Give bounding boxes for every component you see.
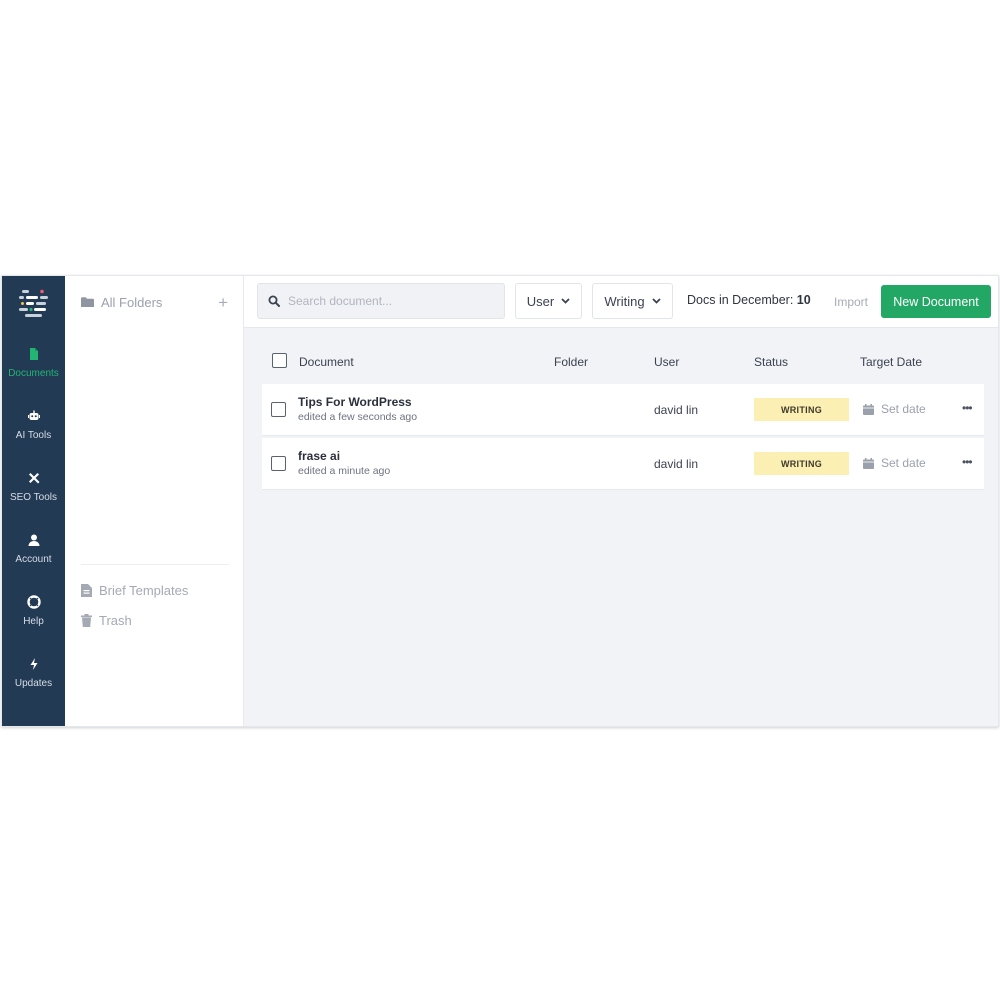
row-checkbox[interactable] bbox=[271, 402, 286, 417]
chevron-down-icon bbox=[651, 298, 661, 304]
status-badge[interactable]: WRITING bbox=[754, 452, 849, 475]
new-document-button[interactable]: New Document bbox=[881, 285, 991, 318]
brief-templates-label: Brief Templates bbox=[99, 583, 189, 598]
plus-icon[interactable]: + bbox=[218, 294, 228, 311]
trash-icon bbox=[81, 614, 92, 627]
all-folders-label: All Folders bbox=[101, 295, 163, 310]
user-filter-label: User bbox=[526, 293, 555, 309]
document-icon bbox=[29, 348, 38, 360]
folders-panel: All Folders + Brief Templates Trash bbox=[65, 276, 244, 726]
nav-item-ai-tools[interactable]: AI Tools bbox=[2, 394, 65, 456]
target-date[interactable]: Set date bbox=[863, 402, 926, 416]
calendar-icon bbox=[863, 457, 874, 469]
lifebuoy-icon bbox=[26, 595, 41, 609]
docs-count-label: Docs in December: bbox=[687, 293, 797, 307]
chevron-down-icon bbox=[561, 298, 570, 304]
docs-count-value: 10 bbox=[796, 293, 811, 307]
nav-item-updates[interactable]: Updates bbox=[2, 642, 65, 704]
nav-item-documents[interactable]: Documents bbox=[2, 332, 65, 394]
nav-item-label: SEO Tools bbox=[9, 492, 58, 503]
docs-count: Docs in December: 10 bbox=[687, 293, 811, 307]
nav-item-label: Documents bbox=[8, 368, 59, 379]
status-filter-label: Writing bbox=[604, 293, 645, 309]
table-row[interactable]: frase ai edited a minute ago david lin W… bbox=[262, 438, 984, 490]
user-filter-dropdown[interactable]: User bbox=[515, 283, 582, 319]
document-edited: edited a few seconds ago bbox=[298, 411, 418, 423]
app-logo[interactable] bbox=[2, 276, 65, 332]
nav-item-label: Help bbox=[23, 616, 44, 627]
search-box[interactable] bbox=[257, 283, 505, 319]
nav-item-label: Updates bbox=[14, 678, 53, 689]
robot-icon bbox=[27, 410, 40, 420]
header-status[interactable]: Status bbox=[754, 355, 788, 369]
nav-item-seo-tools[interactable]: SEO Tools bbox=[2, 456, 65, 518]
main-nav: Documents AI Tools SEO Tools Account Hel… bbox=[2, 276, 65, 726]
trash-label: Trash bbox=[99, 613, 132, 628]
documents-main: User Writing Docs in December: 10 Import… bbox=[244, 276, 998, 726]
table-row[interactable]: Tips For WordPress edited a few seconds … bbox=[262, 384, 984, 436]
document-title[interactable]: frase ai bbox=[298, 449, 340, 463]
more-options-icon[interactable]: ••• bbox=[962, 455, 973, 469]
all-folders-link[interactable]: All Folders bbox=[81, 295, 162, 310]
search-icon bbox=[268, 295, 280, 307]
app-window: Documents AI Tools SEO Tools Account Hel… bbox=[1, 275, 999, 727]
bolt-icon bbox=[30, 658, 37, 670]
more-options-icon[interactable]: ••• bbox=[962, 401, 973, 415]
trash-link[interactable]: Trash bbox=[81, 613, 132, 628]
tools-icon bbox=[28, 473, 39, 484]
logo-icon bbox=[18, 289, 48, 317]
all-folders-header: All Folders + bbox=[81, 294, 228, 311]
nav-item-help[interactable]: Help bbox=[2, 580, 65, 642]
status-filter-dropdown[interactable]: Writing bbox=[592, 283, 673, 319]
header-user[interactable]: User bbox=[654, 355, 679, 369]
folder-icon bbox=[81, 297, 94, 307]
document-user: david lin bbox=[654, 457, 699, 471]
toolbar: User Writing Docs in December: 10 Import… bbox=[244, 276, 998, 328]
header-document[interactable]: Document bbox=[299, 355, 354, 369]
nav-item-account[interactable]: Account bbox=[2, 518, 65, 580]
status-badge[interactable]: WRITING bbox=[754, 398, 849, 421]
brief-templates-link[interactable]: Brief Templates bbox=[81, 583, 188, 598]
target-date-label: Set date bbox=[881, 402, 926, 416]
user-icon bbox=[28, 534, 39, 546]
target-date[interactable]: Set date bbox=[863, 456, 926, 470]
template-file-icon bbox=[81, 584, 92, 597]
folders-divider bbox=[81, 564, 229, 565]
header-target-date[interactable]: Target Date bbox=[860, 355, 922, 369]
document-edited: edited a minute ago bbox=[298, 465, 391, 477]
header-folder[interactable]: Folder bbox=[554, 355, 588, 369]
row-checkbox[interactable] bbox=[271, 456, 286, 471]
document-user: david lin bbox=[654, 403, 699, 417]
select-all-checkbox[interactable] bbox=[272, 353, 287, 368]
document-title[interactable]: Tips For WordPress bbox=[298, 395, 412, 409]
calendar-icon bbox=[863, 403, 874, 415]
target-date-label: Set date bbox=[881, 456, 926, 470]
search-input[interactable] bbox=[288, 294, 488, 308]
nav-item-label: Account bbox=[15, 554, 52, 565]
import-button[interactable]: Import bbox=[834, 295, 868, 309]
nav-item-label: AI Tools bbox=[15, 430, 52, 441]
